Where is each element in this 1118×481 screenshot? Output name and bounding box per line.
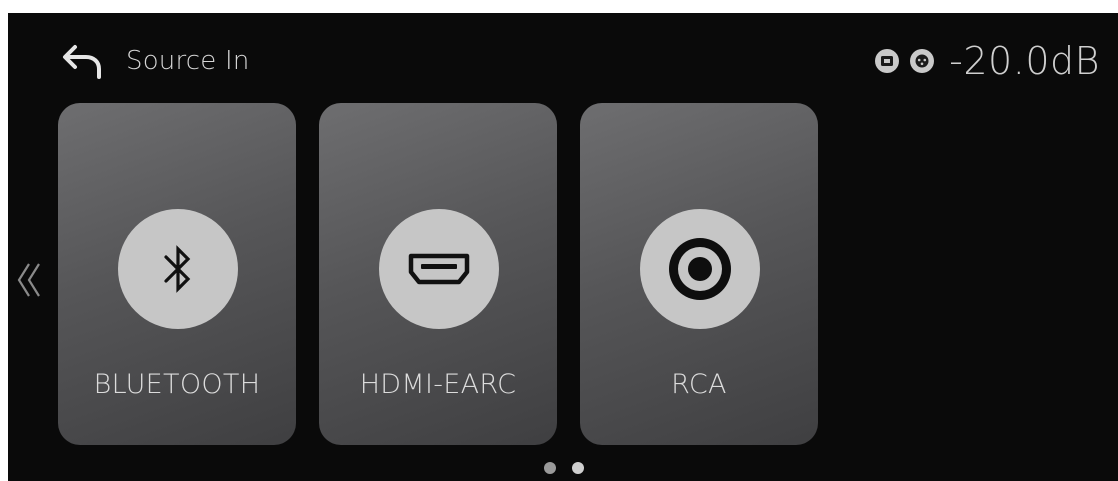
- display-icon: [875, 49, 900, 73]
- volume-level: -20.0dB: [949, 39, 1100, 83]
- source-in-screen: Source In -20.0dB BLUETOOTH HDMI-EARC RC…: [8, 13, 1118, 481]
- page-indicator: [544, 462, 584, 474]
- source-label: HDMI-EARC: [359, 369, 517, 400]
- page-dot-active[interactable]: [572, 462, 584, 474]
- page-title: Source In: [126, 46, 250, 76]
- xlr-connector-icon: [910, 49, 935, 73]
- back-button[interactable]: [58, 39, 108, 83]
- source-label: RCA: [671, 369, 727, 400]
- back-arrow-icon: [63, 45, 101, 79]
- source-label: BLUETOOTH: [93, 369, 261, 400]
- double-chevron-left-icon: [17, 263, 40, 297]
- hdmi-icon: [379, 209, 499, 329]
- source-card-hdmi-earc[interactable]: HDMI-EARC: [319, 103, 557, 445]
- source-card-bluetooth[interactable]: BLUETOOTH: [58, 103, 296, 445]
- page-dot[interactable]: [544, 462, 556, 474]
- status-bar: -20.0dB: [875, 37, 1100, 85]
- previous-page-button[interactable]: [10, 255, 50, 305]
- bluetooth-icon: [118, 209, 238, 329]
- source-card-rca[interactable]: RCA: [580, 103, 818, 445]
- rca-icon: [640, 209, 760, 329]
